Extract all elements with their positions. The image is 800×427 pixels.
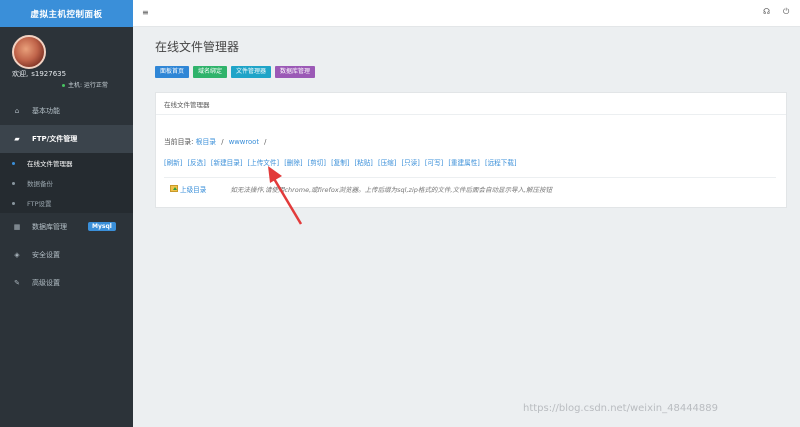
file-actions: [刷新] [反选] [新建目录] [上传文件] [删除] [剪切] [复制] [… bbox=[164, 157, 520, 167]
username: s1927635 bbox=[31, 70, 67, 78]
nav-label: 高级设置 bbox=[32, 279, 60, 287]
database-manager-button[interactable]: 数据库管理 bbox=[275, 66, 316, 78]
nav-item-security[interactable]: ◈ 安全设置 bbox=[0, 241, 133, 269]
list-item: 上级目录 如无法操作,请使用chrome,或firefox浏览器。上传后缀为sq… bbox=[164, 177, 776, 199]
host-status-text: 主机: 运行正常 bbox=[68, 82, 108, 89]
bullet-icon bbox=[12, 201, 15, 205]
menu-icon[interactable]: ≡ bbox=[142, 8, 149, 17]
sub-item-backup[interactable]: 数据备份 bbox=[0, 173, 133, 193]
sub-item-file-manager[interactable]: 在线文件管理器 bbox=[0, 153, 133, 173]
welcome-label: 欢迎, bbox=[12, 70, 29, 78]
nav-label: 基本功能 bbox=[32, 107, 60, 115]
sub-label: 在线文件管理器 bbox=[27, 160, 73, 168]
folder-up-icon bbox=[170, 185, 178, 192]
upload-file-link[interactable]: [上传文件] bbox=[248, 159, 280, 167]
database-icon: ▦ bbox=[13, 223, 21, 231]
nav-item-basic[interactable]: ⌂ 基本功能 bbox=[0, 97, 133, 125]
copy-link[interactable]: [复制] bbox=[331, 159, 349, 167]
sub-item-ftp-settings[interactable]: FTP设置 bbox=[0, 193, 133, 213]
bullet-icon bbox=[12, 181, 15, 185]
top-bar: ≡ ☊ ⏻ bbox=[133, 0, 800, 27]
delete-link[interactable]: [删除] bbox=[284, 159, 302, 167]
user-profile: 欢迎, s1927635 主机: 运行正常 bbox=[0, 27, 133, 97]
nav-item-advanced[interactable]: ✎ 高级设置 bbox=[0, 269, 133, 297]
bullet-icon bbox=[12, 161, 15, 165]
edit-icon: ✎ bbox=[14, 279, 20, 287]
sub-label: 数据备份 bbox=[27, 180, 53, 188]
nav-label: 安全设置 bbox=[32, 251, 60, 259]
watermark: https://blog.csdn.net/weixin_48444889 bbox=[523, 403, 719, 414]
domain-binding-button[interactable]: 域名绑定 bbox=[193, 66, 228, 78]
invert-select-link[interactable]: [反选] bbox=[187, 159, 205, 167]
compress-link[interactable]: [压缩] bbox=[378, 159, 396, 167]
page-title: 在线文件管理器 bbox=[155, 40, 240, 54]
breadcrumb-wwwroot-link[interactable]: wwwroot bbox=[229, 138, 259, 146]
breadcrumb: 当前目录: 根目录 / wwwroot / bbox=[164, 136, 269, 146]
brand-title: 虚拟主机控制面板 bbox=[0, 0, 133, 27]
breadcrumb-root-link[interactable]: 根目录 bbox=[196, 138, 216, 146]
file-manager-panel: 在线文件管理器 当前目录: 根目录 / wwwroot / [刷新] [反选] … bbox=[155, 92, 787, 208]
remote-download-link[interactable]: [远程下载] bbox=[485, 159, 517, 167]
rebuild-attrs-link[interactable]: [重建属性] bbox=[448, 159, 480, 167]
breadcrumb-separator: / bbox=[264, 138, 267, 146]
file-manager-button[interactable]: 文件管理器 bbox=[231, 66, 272, 78]
browser-hint: 如无法操作,请使用chrome,或firefox浏览器。上传后缀为sql,zip… bbox=[230, 185, 553, 194]
shield-icon: ◈ bbox=[14, 251, 20, 259]
folder-open-icon: ▰ bbox=[14, 135, 20, 143]
nav-item-database[interactable]: ▦ 数据库管理 Mysql bbox=[0, 213, 133, 241]
headset-icon[interactable]: ☊ bbox=[763, 7, 770, 16]
status-dot-icon bbox=[62, 84, 65, 87]
home-icon: ⌂ bbox=[14, 107, 20, 115]
nav-label: FTP/文件管理 bbox=[32, 135, 78, 143]
refresh-link[interactable]: [刷新] bbox=[164, 159, 182, 167]
paste-link[interactable]: [粘贴] bbox=[355, 159, 373, 167]
breadcrumb-separator: / bbox=[221, 138, 224, 146]
sidebar: 虚拟主机控制面板 欢迎, s1927635 主机: 运行正常 ⌂ 基本功能 ▰ F… bbox=[0, 0, 133, 427]
breadcrumb-prefix: 当前目录: bbox=[164, 138, 194, 146]
writable-link[interactable]: [可写] bbox=[425, 159, 443, 167]
avatar[interactable] bbox=[12, 35, 46, 69]
ftp-submenu: 在线文件管理器 数据备份 FTP设置 bbox=[0, 153, 133, 213]
sub-label: FTP设置 bbox=[27, 200, 52, 208]
power-icon[interactable]: ⏻ bbox=[783, 7, 789, 17]
new-folder-link[interactable]: [新建目录] bbox=[211, 159, 243, 167]
parent-directory-link[interactable]: 上级目录 bbox=[180, 184, 206, 194]
mysql-badge: Mysql bbox=[88, 222, 116, 231]
nav-label: 数据库管理 bbox=[32, 223, 67, 231]
nav-item-ftp[interactable]: ▰ FTP/文件管理 bbox=[0, 125, 133, 153]
panel-heading: 在线文件管理器 bbox=[156, 93, 786, 115]
readonly-link[interactable]: [只读] bbox=[401, 159, 419, 167]
panel-home-button[interactable]: 面板首页 bbox=[155, 66, 190, 78]
cut-link[interactable]: [剪切] bbox=[308, 159, 326, 167]
host-status: 主机: 运行正常 bbox=[62, 80, 108, 89]
quick-buttons: 面板首页 域名绑定 文件管理器 数据库管理 bbox=[155, 66, 316, 78]
welcome-text: 欢迎, s1927635 bbox=[12, 69, 66, 79]
